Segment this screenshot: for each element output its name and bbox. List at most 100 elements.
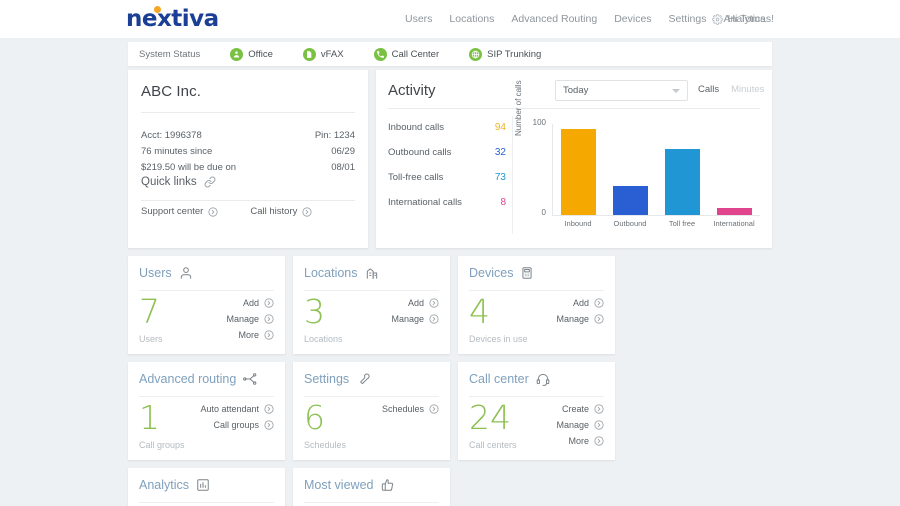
chevron-circle-icon — [264, 298, 274, 308]
activity-stat-row: Inbound calls 94 — [388, 122, 506, 147]
chevron-circle-icon — [264, 330, 274, 340]
chevron-down-icon — [672, 89, 680, 93]
tile-count-label: Users — [139, 334, 163, 344]
tile-title[interactable]: Advanced routing — [139, 372, 236, 386]
nav-item-advanced-routing[interactable]: Advanced Routing — [511, 13, 597, 25]
account-card: ABC Inc. Acct: 1996378 Pin: 1234 76 minu… — [128, 70, 368, 248]
account-link-call-history[interactable]: Call history — [250, 206, 312, 217]
tile-title[interactable]: Users — [139, 266, 172, 280]
status-item-label: SIP Trunking — [487, 48, 542, 60]
tile-action-manage[interactable]: Manage — [556, 420, 604, 430]
wrench-icon — [360, 373, 370, 385]
tile-action-auto-attendant[interactable]: Auto attendant — [200, 404, 274, 414]
tile-divider — [304, 290, 439, 291]
chevron-circle-icon — [429, 314, 439, 324]
status-item-call-center[interactable]: Call Center — [373, 47, 439, 61]
quick-links-label: Quick links — [141, 176, 197, 188]
tile-actions: Auto attendant Call groups — [200, 404, 274, 430]
user-menu[interactable]: Hi Tomas! — [711, 0, 774, 38]
quick-links-button[interactable]: Quick links — [141, 176, 216, 188]
chart-x-label: Toll free — [668, 219, 696, 228]
chart-bars — [553, 124, 760, 215]
tile-action-more[interactable]: More — [238, 330, 274, 340]
thumbs-up-icon — [382, 479, 394, 491]
chart-bar-toll-free — [664, 148, 700, 215]
nav-item-locations[interactable]: Locations — [449, 13, 494, 25]
desk-phone-icon — [522, 267, 533, 279]
account-row-value: Pin: 1234 — [314, 130, 355, 141]
tile-header: Advanced routing — [139, 372, 274, 386]
tile-count: 4 — [469, 292, 490, 331]
chevron-circle-icon — [208, 206, 218, 217]
tile-divider — [304, 502, 439, 503]
activity-stat-label: Toll-free calls — [388, 172, 444, 183]
tile-title[interactable]: Most viewed — [304, 478, 373, 492]
tile-title[interactable]: Settings — [304, 372, 349, 386]
tile-actions: Add Manage — [556, 298, 604, 324]
tile-action-call-groups[interactable]: Call groups — [213, 420, 274, 430]
tile-header: Users — [139, 266, 274, 280]
activity-stat-label: Outbound calls — [388, 147, 452, 158]
chevron-circle-icon — [264, 314, 274, 324]
activity-stat-row: International calls 8 — [388, 197, 506, 222]
activity-stats-list: Inbound calls 94 Outbound calls 32 Toll-free… — [388, 122, 506, 222]
status-dot — [373, 47, 387, 61]
tile-action-add[interactable]: Add — [243, 298, 274, 308]
tile-action-manage[interactable]: Manage — [391, 314, 439, 324]
chart-y-tick-min: 0 — [541, 208, 546, 217]
routing-icon — [243, 373, 257, 385]
nav-item-users[interactable]: Users — [405, 13, 432, 25]
chart-plot-area — [552, 124, 760, 216]
tile-action-label: Add — [572, 298, 589, 308]
tile-advanced-routing[interactable]: Advanced routing 1 Call groups Auto attenda… — [128, 362, 285, 460]
tile-title[interactable]: Analytics — [139, 478, 189, 492]
tile-action-add[interactable]: Add — [408, 298, 439, 308]
chart-bar-column — [657, 124, 709, 215]
tile-settings[interactable]: Settings 6 Schedules Schedules — [293, 362, 450, 460]
tile-action-create[interactable]: Create — [562, 404, 604, 414]
tile-users[interactable]: Users 7 Users Add Manage More — [128, 256, 285, 354]
tile-divider — [469, 396, 604, 397]
status-dot — [230, 47, 244, 61]
account-link-support-center[interactable]: Support center — [141, 206, 218, 217]
account-row-balance: $219.50 will be due on 08/01 — [141, 162, 355, 173]
gear-icon — [711, 13, 723, 25]
account-divider-2 — [141, 200, 355, 201]
top-navigation-bar: nextiva Users Locations Advanced Routing De… — [0, 0, 900, 38]
tile-action-manage[interactable]: Manage — [226, 314, 274, 324]
tile-action-more[interactable]: More — [568, 436, 604, 446]
tile-most-viewed[interactable]: Most viewed3ArticlesAdding a locationAdd… — [293, 468, 450, 506]
tile-call-center[interactable]: Call center 24 Call centers Create Manage Mor… — [458, 362, 615, 460]
tile-title[interactable]: Devices — [469, 266, 513, 280]
activity-card: Activity Today Calls Minutes Inbound cal… — [376, 70, 772, 248]
tile-count: 3 — [304, 292, 325, 331]
status-item-office[interactable]: Office — [230, 47, 273, 61]
headset-icon — [536, 373, 550, 386]
tile-action-manage[interactable]: Manage — [556, 314, 604, 324]
tile-action-schedules[interactable]: Schedules — [382, 404, 439, 414]
tile-action-add[interactable]: Add — [573, 298, 604, 308]
tile-action-label: Schedules — [381, 404, 424, 414]
account-title: ABC Inc. — [141, 83, 201, 100]
status-item-vfax[interactable]: vFAX — [302, 47, 344, 61]
nextiva-logo[interactable]: nextiva — [126, 5, 219, 33]
tab-calls[interactable]: Calls — [698, 84, 719, 95]
nav-item-devices[interactable]: Devices — [614, 13, 651, 25]
chevron-circle-icon — [594, 298, 604, 308]
status-item-sip-trunking[interactable]: SIP Trunking — [469, 47, 542, 61]
tile-devices[interactable]: Devices 4 Devices in use Add Manage — [458, 256, 615, 354]
tile-title[interactable]: Call center — [469, 372, 529, 386]
account-divider — [141, 112, 355, 113]
fax-document-icon — [307, 50, 312, 58]
tile-analytics[interactable]: Analytics5ReportsAnalyticsScheduledMore — [128, 468, 285, 506]
tile-title[interactable]: Locations — [304, 266, 358, 280]
period-select[interactable]: Today — [555, 80, 688, 101]
activity-divider — [388, 108, 760, 109]
tile-header: Call center — [469, 372, 604, 386]
tile-locations[interactable]: Locations 3 Locations Add Manage — [293, 256, 450, 354]
nav-item-settings[interactable]: Settings — [669, 13, 707, 25]
tile-actions: Create Manage More — [556, 404, 604, 446]
tile-count-label: Locations — [304, 334, 343, 344]
user-icon — [180, 267, 191, 279]
tab-minutes[interactable]: Minutes — [731, 84, 764, 95]
